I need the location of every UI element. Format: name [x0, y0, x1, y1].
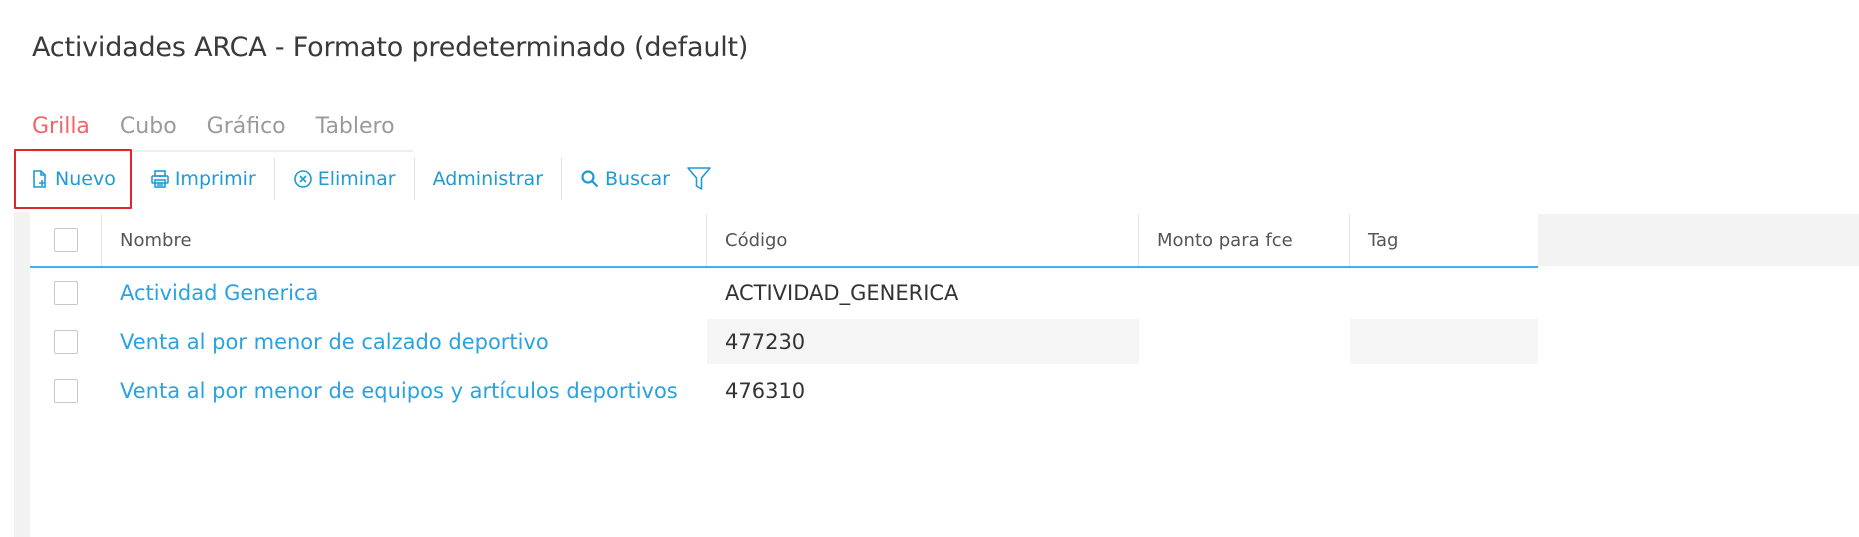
table-row: Actividad Generica ACTIVIDAD_GENERICA — [30, 268, 1538, 317]
page-title: Actividades ARCA - Formato predeterminad… — [32, 32, 749, 63]
tab-cubo[interactable]: Cubo — [120, 114, 177, 150]
filter-icon[interactable] — [686, 165, 712, 193]
cell-codigo: 477230 — [707, 319, 1139, 364]
cell-tag — [1350, 270, 1538, 315]
circle-x-icon — [293, 170, 312, 188]
print-button[interactable]: Imprimir — [132, 158, 275, 200]
column-header-nombre[interactable]: Nombre — [102, 214, 707, 266]
data-grid: Nombre Código Monto para fce Tag Activid… — [14, 212, 1859, 537]
cell-nombre[interactable]: Venta al por menor de calzado deportivo — [102, 319, 707, 364]
header-select-all — [30, 214, 102, 266]
tab-grilla[interactable]: Grilla — [32, 114, 90, 150]
row-checkbox[interactable] — [54, 329, 78, 354]
toolbar: Nuevo Imprimir Eliminar Administrar Busc… — [14, 149, 712, 209]
search-button[interactable]: Buscar — [562, 158, 688, 200]
manage-button[interactable]: Administrar — [415, 158, 563, 200]
search-button-label: Buscar — [605, 168, 670, 190]
tab-grafico[interactable]: Gráfico — [207, 114, 286, 150]
delete-button[interactable]: Eliminar — [275, 158, 415, 200]
grid-header: Nombre Código Monto para fce Tag — [30, 214, 1859, 268]
select-all-checkbox[interactable] — [53, 228, 78, 252]
page: Actividades ARCA - Formato predeterminad… — [0, 0, 1859, 537]
grid-body: Actividad Generica ACTIVIDAD_GENERICA Ve… — [30, 268, 1538, 415]
cell-monto — [1139, 319, 1350, 364]
column-header-codigo[interactable]: Código — [707, 214, 1139, 266]
delete-button-label: Eliminar — [317, 168, 396, 190]
tab-tablero[interactable]: Tablero — [316, 114, 395, 150]
file-plus-icon — [33, 170, 46, 188]
cell-tag — [1350, 319, 1538, 364]
grid-header-row: Nombre Código Monto para fce Tag — [30, 214, 1538, 268]
cell-tag — [1350, 368, 1538, 413]
cell-monto — [1139, 270, 1350, 315]
row-select — [30, 270, 102, 315]
cell-monto — [1139, 368, 1350, 413]
manage-button-label: Administrar — [432, 168, 544, 190]
column-header-tag[interactable]: Tag — [1350, 214, 1538, 266]
table-row: Venta al por menor de equipos y artículo… — [30, 366, 1538, 415]
cell-codigo: ACTIVIDAD_GENERICA — [725, 280, 959, 305]
table-row: Venta al por menor de calzado deportivo … — [30, 317, 1538, 366]
printer-icon — [151, 170, 169, 188]
new-button[interactable]: Nuevo — [14, 149, 132, 209]
cell-nombre[interactable]: Actividad Generica — [102, 270, 707, 315]
new-button-label: Nuevo — [55, 168, 116, 190]
row-checkbox[interactable] — [54, 280, 78, 305]
search-icon — [581, 170, 599, 188]
column-header-monto[interactable]: Monto para fce — [1139, 214, 1350, 266]
row-select — [30, 319, 102, 364]
row-select — [30, 368, 102, 413]
cell-nombre[interactable]: Venta al por menor de equipos y artículo… — [102, 368, 707, 413]
cell-codigo: 476310 — [725, 378, 806, 403]
view-tabs: Grilla Cubo Gráfico Tablero — [32, 114, 413, 152]
print-button-label: Imprimir — [174, 168, 256, 190]
row-checkbox[interactable] — [54, 378, 78, 403]
